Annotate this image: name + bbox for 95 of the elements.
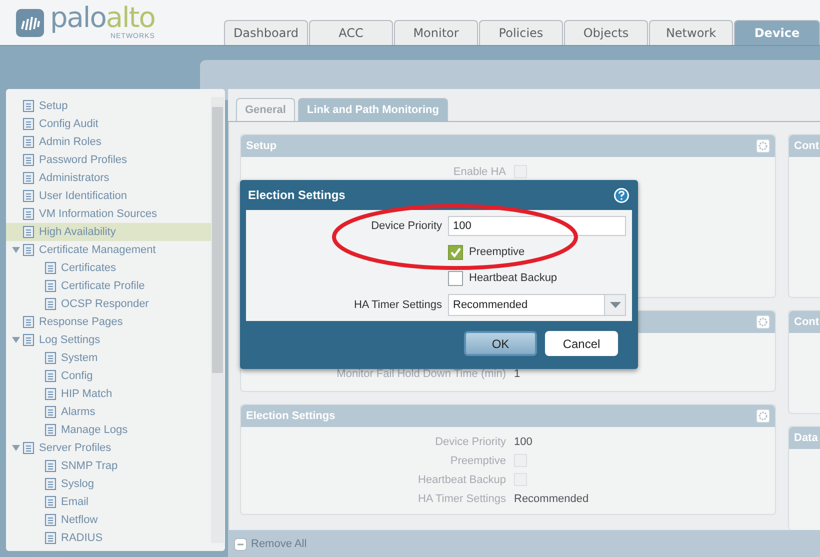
remove-all-button[interactable]: Remove All	[234, 538, 307, 550]
document-icon	[22, 99, 36, 113]
tree-item[interactable]: Administrators	[6, 169, 211, 187]
tree-item[interactable]: Log Settings	[6, 331, 211, 349]
field-value: 1	[514, 368, 520, 380]
tree-item[interactable]: Alarms	[6, 403, 211, 421]
tree-item[interactable]: Manage Logs	[6, 421, 211, 439]
field-label: HA Timer Settings	[352, 299, 442, 311]
nav-tab[interactable]: Policies	[479, 20, 563, 45]
field-label: Device Priority	[370, 220, 442, 232]
tree-item[interactable]: OCSP Responder	[6, 295, 211, 313]
document-icon	[22, 315, 36, 329]
scrollbar[interactable]	[211, 97, 224, 543]
document-icon	[44, 495, 58, 509]
document-icon	[44, 387, 58, 401]
checkbox[interactable]	[448, 244, 463, 260]
gear-icon[interactable]	[756, 409, 770, 423]
document-icon	[22, 189, 36, 203]
sub-tab[interactable]: Link and Path Monitoring	[298, 98, 448, 121]
checkbox[interactable]	[448, 270, 463, 286]
nav-tab[interactable]: Monitor	[394, 20, 478, 45]
tree-item[interactable]: Certificate Profile	[6, 277, 211, 295]
minus-icon	[234, 538, 247, 550]
timer-dropdown[interactable]: Recommended	[448, 294, 626, 316]
field-label: Preemptive	[449, 454, 506, 466]
tree-item[interactable]: Response Pages	[6, 313, 211, 331]
sub-tab[interactable]: General	[236, 98, 295, 121]
document-icon	[44, 477, 58, 491]
gear-icon[interactable]	[756, 139, 770, 153]
tree-item[interactable]: Netflow	[6, 511, 211, 529]
logo-wordmark-alto: alto	[106, 4, 155, 32]
tree-item[interactable]: High Availability	[6, 223, 211, 241]
document-icon	[44, 369, 58, 383]
tree-item[interactable]: Admin Roles	[6, 133, 211, 151]
document-icon	[44, 261, 58, 275]
tree-item[interactable]: RADIUS	[6, 529, 211, 547]
field-label: Enable HA	[452, 166, 506, 178]
nav-tab[interactable]: ACC	[309, 20, 393, 45]
document-icon	[22, 333, 36, 347]
tree-item[interactable]: Config	[6, 367, 211, 385]
tree-item[interactable]: Email	[6, 493, 211, 511]
document-icon	[22, 207, 36, 221]
document-icon	[22, 171, 36, 185]
gear-icon[interactable]	[756, 315, 770, 329]
panel-title: Cont	[794, 316, 820, 328]
document-icon	[44, 423, 58, 437]
document-icon	[44, 513, 58, 527]
checkbox-label: Heartbeat Backup	[469, 272, 558, 284]
logo-wordmark-palo: palo	[50, 4, 106, 32]
field-value: 100	[514, 436, 532, 448]
nav-tab[interactable]: Network	[649, 20, 733, 45]
field-label: Monitor Fail Hold Down Time (min)	[336, 368, 506, 380]
document-icon	[22, 117, 36, 131]
tree-item[interactable]: System	[6, 349, 211, 367]
tree-item[interactable]: Server Profiles	[6, 439, 211, 457]
document-icon	[44, 279, 58, 293]
nav-tab[interactable]: Dashboard	[224, 20, 308, 45]
tree-item[interactable]: Password Profiles	[6, 151, 211, 169]
field-value: Recommended	[514, 492, 589, 504]
logo-icon	[16, 8, 44, 36]
field-label: HA Timer Settings	[416, 492, 506, 504]
tree-item[interactable]: Setup	[6, 97, 211, 115]
document-icon	[22, 243, 36, 257]
panel-title: Election Settings	[246, 410, 336, 422]
document-icon	[22, 441, 36, 455]
nav-tab[interactable]: Device	[734, 20, 820, 45]
nav-tab[interactable]: Objects	[564, 20, 648, 45]
tree-item[interactable]: SNMP Trap	[6, 457, 211, 475]
document-icon	[44, 531, 58, 545]
tree-item[interactable]: Config Audit	[6, 115, 211, 133]
panel-title: Cont	[794, 140, 820, 152]
document-icon	[44, 297, 58, 311]
document-icon	[22, 153, 36, 167]
tree-item[interactable]: Certificates	[6, 259, 211, 277]
field-label: Heartbeat Backup	[416, 474, 506, 486]
document-icon	[44, 405, 58, 419]
document-icon	[44, 459, 58, 473]
tree-item[interactable]: VM Information Sources	[6, 205, 211, 223]
field-label: Device Priority	[434, 436, 506, 448]
ok-button[interactable]: OK	[464, 331, 537, 356]
help-icon[interactable]	[613, 186, 630, 204]
document-icon	[44, 351, 58, 365]
caret-icon	[610, 302, 620, 308]
panel-title: Setup	[246, 140, 277, 152]
dialog-title: Election Settings	[248, 188, 346, 202]
device-priority-input[interactable]: 100	[448, 216, 626, 236]
document-icon	[22, 225, 36, 239]
panel-title: Data	[794, 432, 818, 444]
tree-item[interactable]: Certificate Management	[6, 241, 211, 259]
checkbox-label: Preemptive	[469, 246, 525, 258]
tree-item[interactable]: HIP Match	[6, 385, 211, 403]
tree-item[interactable]: User Identification	[6, 187, 211, 205]
cancel-button[interactable]: Cancel	[545, 331, 618, 356]
tree-item[interactable]: Syslog	[6, 475, 211, 493]
document-icon	[22, 135, 36, 149]
